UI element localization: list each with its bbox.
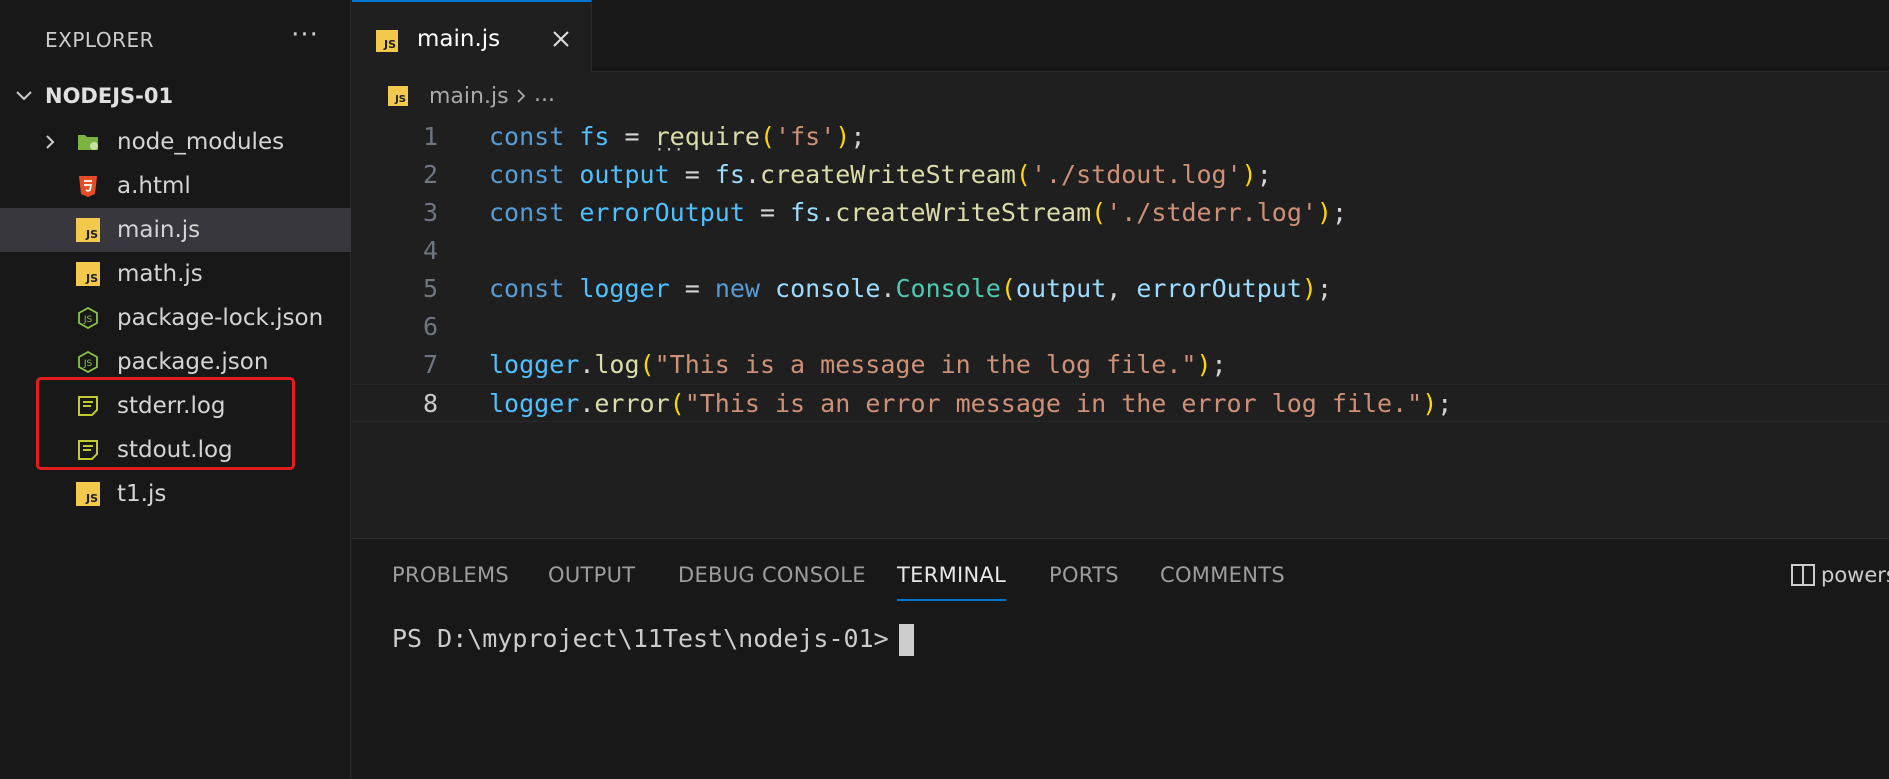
split-terminal-icon[interactable] bbox=[1789, 561, 1817, 589]
line-number: 4 bbox=[422, 236, 438, 265]
chevron-down-icon bbox=[16, 91, 32, 101]
json-icon: JS bbox=[78, 350, 98, 374]
vscode-window: EXPLORER ··· NODEJS-01 node_modules a.ht… bbox=[0, 0, 1889, 779]
line-number: 1 bbox=[422, 122, 438, 151]
line-number: 3 bbox=[422, 198, 438, 227]
code-line: 1 const fs = require('fs'); bbox=[352, 118, 1889, 156]
chevron-right-icon bbox=[517, 89, 526, 103]
html-icon bbox=[79, 176, 97, 197]
code-text: logger.error("This is an error message i… bbox=[489, 389, 1453, 418]
file-name: math.js bbox=[117, 261, 203, 287]
editor-tab-bar: JS main.js bbox=[352, 0, 1889, 72]
code-text: const fs = require('fs'); bbox=[489, 122, 865, 151]
js-icon: JS bbox=[76, 482, 100, 506]
code-line: 7 logger.log("This is a message in the l… bbox=[352, 346, 1889, 384]
tree-item-math-js[interactable]: JS math.js bbox=[0, 252, 351, 296]
code-line: 5 const logger = new console.Console(out… bbox=[352, 270, 1889, 308]
line-number: 6 bbox=[422, 312, 438, 341]
tree-item-package-lock-json[interactable]: JS package-lock.json bbox=[0, 296, 351, 340]
svg-text:JS: JS bbox=[83, 315, 93, 325]
terminal-shell-label[interactable]: powershell bbox=[1821, 563, 1889, 587]
svg-text:JS: JS bbox=[83, 359, 93, 369]
folder-icon bbox=[78, 135, 98, 150]
code-text: const output = fs.createWriteStream('./s… bbox=[489, 160, 1272, 189]
terminal-prompt: PS D:\myproject\11Test\nodejs-01> bbox=[392, 624, 889, 653]
project-folder-row[interactable]: NODEJS-01 bbox=[0, 78, 351, 116]
tree-item-a-html[interactable]: a.html bbox=[0, 164, 351, 208]
js-icon: JS bbox=[388, 86, 408, 106]
code-line: 4 bbox=[352, 232, 1889, 270]
file-name: a.html bbox=[117, 173, 191, 199]
terminal-cursor bbox=[898, 624, 914, 656]
js-icon: JS bbox=[76, 218, 100, 242]
code-line-current: 8 logger.error("This is an error message… bbox=[352, 384, 1889, 422]
tab-terminal[interactable]: TERMINAL bbox=[897, 563, 1007, 601]
breadcrumb-file[interactable]: main.js bbox=[429, 84, 509, 109]
line-number: 2 bbox=[422, 160, 438, 189]
file-name: main.js bbox=[117, 217, 201, 243]
code-text: logger.log("This is a message in the log… bbox=[489, 350, 1227, 379]
tab-problems[interactable]: PROBLEMS bbox=[392, 563, 509, 587]
code-line: 2 const output = fs.createWriteStream('.… bbox=[352, 156, 1889, 194]
js-icon: JS bbox=[76, 262, 100, 286]
explorer-sidebar: EXPLORER ··· NODEJS-01 node_modules a.ht… bbox=[0, 0, 351, 779]
file-name: package-lock.json bbox=[117, 305, 324, 331]
line-number: 7 bbox=[422, 350, 438, 379]
tab-label: main.js bbox=[417, 26, 501, 52]
js-icon: JS bbox=[376, 30, 398, 52]
code-text: const logger = new console.Console(outpu… bbox=[489, 274, 1333, 303]
highlight-annotation-box bbox=[36, 377, 295, 470]
file-name: t1.js bbox=[117, 481, 167, 507]
breadcrumb: JS main.js ... bbox=[352, 72, 1889, 122]
explorer-title: EXPLORER bbox=[45, 28, 154, 52]
tree-item-node-modules[interactable]: node_modules bbox=[0, 120, 351, 164]
code-line: 6 bbox=[352, 308, 1889, 346]
breadcrumb-more[interactable]: ... bbox=[534, 82, 555, 107]
chevron-right-icon bbox=[46, 135, 55, 149]
file-name: node_modules bbox=[117, 129, 285, 155]
file-name: package.json bbox=[117, 349, 269, 375]
close-icon[interactable] bbox=[546, 24, 576, 54]
terminal-output[interactable]: PS D:\myproject\11Test\nodejs-01> bbox=[392, 624, 914, 656]
tab-main-js[interactable]: JS main.js bbox=[352, 0, 592, 72]
code-text: const errorOutput = fs.createWriteStream… bbox=[489, 198, 1348, 227]
line-number: 8 bbox=[422, 389, 438, 418]
tree-item-t1-js[interactable]: JS t1.js bbox=[0, 472, 351, 516]
line-number: 5 bbox=[422, 274, 438, 303]
bottom-panel: PROBLEMS OUTPUT DEBUG CONSOLE TERMINAL P… bbox=[352, 538, 1889, 779]
tab-ports[interactable]: PORTS bbox=[1049, 563, 1119, 587]
code-editor[interactable]: 1 const fs = require('fs'); 2 const outp… bbox=[352, 118, 1889, 538]
tab-output[interactable]: OUTPUT bbox=[548, 563, 635, 587]
tree-item-main-js[interactable]: JS main.js bbox=[0, 208, 351, 252]
json-icon: JS bbox=[78, 306, 98, 330]
project-name: NODEJS-01 bbox=[45, 84, 174, 108]
tab-comments[interactable]: COMMENTS bbox=[1160, 563, 1285, 587]
tab-debug-console[interactable]: DEBUG CONSOLE bbox=[678, 563, 866, 587]
more-actions-icon[interactable]: ··· bbox=[288, 18, 322, 52]
code-line: 3 const errorOutput = fs.createWriteStre… bbox=[352, 194, 1889, 232]
